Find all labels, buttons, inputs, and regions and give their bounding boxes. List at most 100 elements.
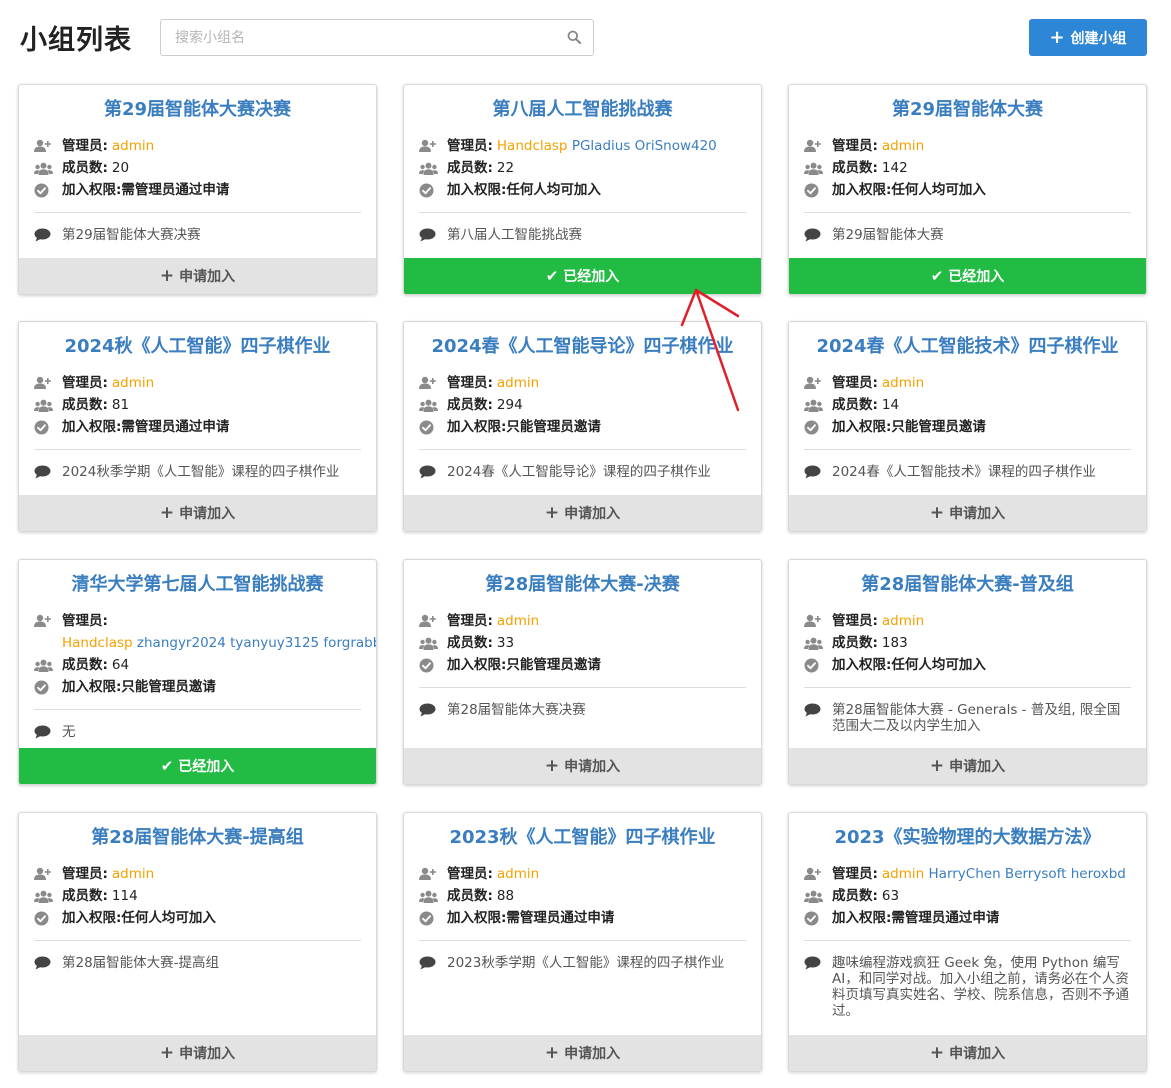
search-box[interactable] bbox=[160, 19, 594, 56]
joined-button[interactable]: ✔ 已经加入 bbox=[789, 258, 1146, 294]
apply-join-label: 申请加入 bbox=[179, 506, 236, 522]
group-title-link[interactable]: 2024春《人工智能技术》四子棋作业 bbox=[789, 332, 1146, 358]
permission-label: 加入权限: bbox=[447, 657, 507, 673]
members-row: 成员数: 114 bbox=[34, 885, 361, 907]
admin-row-content: 管理员: admin bbox=[62, 863, 154, 885]
divider bbox=[34, 449, 361, 450]
apply-join-button[interactable]: + 申请加入 bbox=[789, 495, 1146, 531]
permission-row: 加入权限: 需管理员通过申请 bbox=[804, 907, 1131, 929]
group-title-link[interactable]: 第29届智能体大赛 bbox=[789, 95, 1146, 121]
admin-user-link[interactable]: HarryChen Berrysoft heroxbd bbox=[929, 866, 1126, 882]
admin-user-link[interactable]: admin bbox=[497, 866, 539, 882]
permission-icon bbox=[804, 654, 823, 676]
group-title-link[interactable]: 第29届智能体大赛决赛 bbox=[19, 95, 376, 121]
apply-join-button[interactable]: + 申请加入 bbox=[789, 1035, 1146, 1071]
admin-user-link[interactable]: admin bbox=[112, 138, 154, 154]
admin-label: 管理员: bbox=[447, 866, 493, 882]
comment-icon-svg bbox=[419, 228, 436, 242]
admin-user-link[interactable]: admin bbox=[882, 375, 924, 391]
group-title-link[interactable]: 第28届智能体大赛-决赛 bbox=[404, 570, 761, 596]
comment-icon-svg bbox=[804, 956, 821, 970]
permission-row: 加入权限: 需管理员通过申请 bbox=[34, 416, 361, 438]
permission-label: 加入权限: bbox=[447, 419, 507, 435]
group-card: 2023《实验物理的大数据方法》管理员: admin HarryChen Berr… bbox=[788, 812, 1147, 1072]
apply-join-button[interactable]: + 申请加入 bbox=[19, 258, 376, 294]
admin-user-link[interactable]: zhangyr2024 tyanyuy3125 forgrabbit child bbox=[137, 635, 376, 651]
comment-icon-svg bbox=[419, 703, 436, 717]
admin-user-link[interactable]: admin bbox=[882, 138, 924, 154]
joined-label: 已经加入 bbox=[948, 269, 1005, 285]
group-title-link[interactable]: 2023秋《人工智能》四子棋作业 bbox=[404, 823, 761, 849]
apply-join-button[interactable]: + 申请加入 bbox=[404, 495, 761, 531]
admin-icon bbox=[34, 863, 53, 885]
admin-user-link[interactable]: admin bbox=[882, 613, 924, 629]
apply-join-button[interactable]: + 申请加入 bbox=[19, 495, 376, 531]
members-label: 成员数: bbox=[62, 397, 108, 413]
comment-icon bbox=[804, 464, 823, 483]
apply-join-button[interactable]: + 申请加入 bbox=[789, 748, 1146, 784]
group-card: 2024秋《人工智能》四子棋作业 管理员: admin 成员数: 81 加入权限: 需管理员… bbox=[18, 321, 377, 532]
admin-label: 管理员: bbox=[832, 866, 878, 882]
comment-icon bbox=[419, 227, 438, 246]
group-title-link[interactable]: 第28届智能体大赛-提高组 bbox=[19, 823, 376, 849]
group-description: 2024秋季学期《人工智能》课程的四子棋作业 bbox=[62, 464, 340, 480]
apply-join-button[interactable]: + 申请加入 bbox=[404, 1035, 761, 1071]
group-description: 2024春《人工智能技术》课程的四子棋作业 bbox=[832, 464, 1096, 480]
admin-label: 管理员: bbox=[62, 613, 108, 629]
description-row: 2023秋季学期《人工智能》课程的四子棋作业 bbox=[404, 955, 761, 974]
group-title-link[interactable]: 2023《实验物理的大数据方法》 bbox=[789, 823, 1146, 849]
permission-icon bbox=[34, 907, 53, 929]
permission-row: 加入权限: 只能管理员邀请 bbox=[419, 654, 746, 676]
description-row: 趣味编程游戏疯狂 Geek 兔，使用 Python 编写 AI，和同学对战。加入… bbox=[789, 955, 1146, 1019]
group-card: 第29届智能体大赛 管理员: admin 成员数: 142 加入权限: 任何人均可加入 第29… bbox=[788, 84, 1147, 295]
members-count: 64 bbox=[111, 657, 130, 673]
admin-user-link[interactable]: admin bbox=[112, 375, 154, 391]
admin-label: 管理员: bbox=[447, 613, 493, 629]
admin-row: 管理员: admin bbox=[34, 372, 361, 394]
group-info: 管理员: admin HarryChen Berrysoft heroxbd 成员数… bbox=[789, 863, 1146, 929]
search-icon[interactable] bbox=[567, 30, 581, 44]
group-title-link[interactable]: 2024春《人工智能导论》四子棋作业 bbox=[404, 332, 761, 358]
admin-user-link[interactable]: admin bbox=[112, 866, 154, 882]
apply-join-button[interactable]: + 申请加入 bbox=[19, 1035, 376, 1071]
members-label: 成员数: bbox=[447, 635, 493, 651]
admin-user-link[interactable]: admin bbox=[497, 375, 539, 391]
permission-icon bbox=[34, 676, 53, 698]
divider bbox=[804, 940, 1131, 941]
group-description: 无 bbox=[62, 724, 76, 740]
admin-user-link[interactable]: Handclasp bbox=[497, 138, 568, 154]
members-icon bbox=[419, 632, 438, 654]
comment-icon bbox=[804, 702, 823, 721]
description-row: 第八届人工智能挑战赛 bbox=[404, 227, 761, 246]
group-title-link[interactable]: 清华大学第七届人工智能挑战赛 bbox=[19, 570, 376, 596]
members-icon-svg bbox=[419, 162, 438, 175]
admin-row: 管理员: admin bbox=[804, 135, 1131, 157]
permission-value: 只能管理员邀请 bbox=[506, 657, 601, 673]
joined-button[interactable]: ✔ 已经加入 bbox=[19, 748, 376, 784]
admin-user-link[interactable]: admin bbox=[882, 866, 924, 882]
create-group-button[interactable]: + 创建小组 bbox=[1029, 19, 1147, 56]
admin-names: admin bbox=[112, 138, 154, 154]
admin-user-link[interactable]: Handclasp bbox=[62, 635, 133, 651]
admin-user-link[interactable]: PGladius OriSnow420 bbox=[572, 138, 717, 154]
group-title-link[interactable]: 第28届智能体大赛-普及组 bbox=[789, 570, 1146, 596]
search-input[interactable] bbox=[161, 20, 561, 55]
admin-icon-svg bbox=[804, 376, 821, 389]
permission-label: 加入权限: bbox=[832, 419, 892, 435]
members-row: 成员数: 20 bbox=[34, 157, 361, 179]
divider bbox=[804, 212, 1131, 213]
group-title-link[interactable]: 2024秋《人工智能》四子棋作业 bbox=[19, 332, 376, 358]
group-title-link[interactable]: 第八届人工智能挑战赛 bbox=[404, 95, 761, 121]
permission-label: 加入权限: bbox=[447, 910, 507, 926]
members-icon-svg bbox=[419, 637, 438, 650]
joined-button[interactable]: ✔ 已经加入 bbox=[404, 258, 761, 294]
admin-icon-svg bbox=[804, 139, 821, 152]
admin-row-content: 管理员: admin bbox=[62, 372, 154, 394]
admin-icon-svg bbox=[34, 867, 51, 880]
apply-join-button[interactable]: + 申请加入 bbox=[404, 748, 761, 784]
permission-icon-svg bbox=[804, 183, 819, 197]
members-icon bbox=[419, 885, 438, 907]
comment-icon-svg bbox=[804, 228, 821, 242]
admin-user-link[interactable]: admin bbox=[497, 613, 539, 629]
members-row: 成员数: 33 bbox=[419, 632, 746, 654]
